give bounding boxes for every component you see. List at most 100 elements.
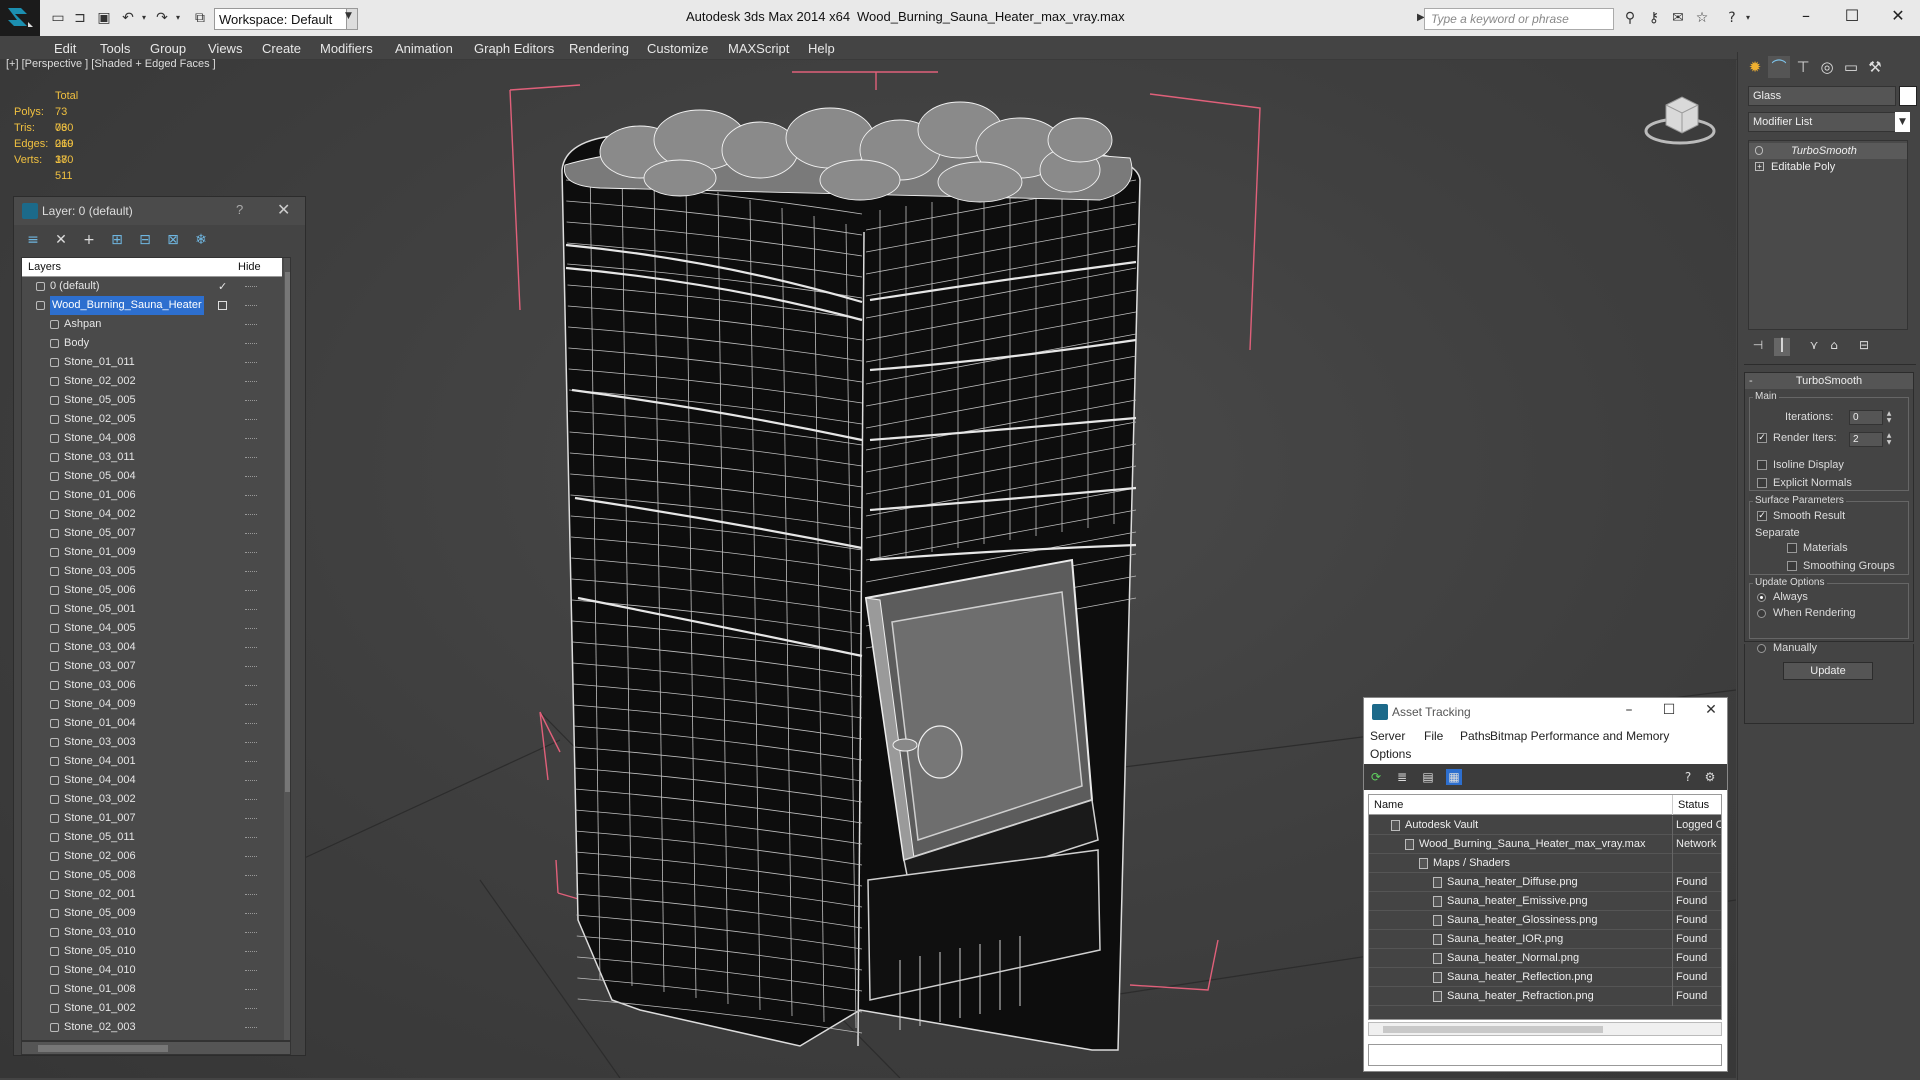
key-icon[interactable]: ⚷	[1646, 10, 1662, 26]
menu-file[interactable]: File	[1424, 729, 1443, 743]
hide-toggle[interactable]	[245, 400, 257, 401]
layer-row[interactable]: Stone_04_001	[22, 752, 282, 771]
hide-toggle[interactable]	[245, 552, 257, 553]
asset-row[interactable]: Wood_Burning_Sauna_Heater_max_vray.max Ne…	[1369, 835, 1721, 854]
asset-row[interactable]: Sauna_heater_IOR.png Found	[1369, 930, 1721, 949]
render-iters-checkbox[interactable]: ✓	[1757, 433, 1767, 443]
asset-row[interactable]: Autodesk Vault Logged O	[1369, 816, 1721, 835]
highlight-selected-icon[interactable]: ⊟	[136, 231, 154, 249]
manually-radio[interactable]	[1757, 644, 1766, 653]
hide-toggle[interactable]	[245, 514, 257, 515]
when-rendering-radio[interactable]	[1757, 609, 1766, 618]
remove-modifier-icon[interactable]: ⌂	[1826, 338, 1842, 356]
hide-toggle[interactable]	[245, 894, 257, 895]
layer-row[interactable]: Stone_03_007	[22, 657, 282, 676]
hide-toggle[interactable]	[245, 495, 257, 496]
layer-row[interactable]: Stone_04_004	[22, 771, 282, 790]
layer-row[interactable]: Stone_05_006	[22, 581, 282, 600]
column-name[interactable]: Name	[1374, 799, 1403, 811]
hide-toggle[interactable]	[245, 989, 257, 990]
workspace-select[interactable]: Workspace: Default	[214, 8, 354, 30]
layer-row[interactable]: Stone_05_005	[22, 391, 282, 410]
object-name-field[interactable]: Glass	[1748, 86, 1896, 106]
layer-horizontal-scrollbar[interactable]	[21, 1041, 291, 1055]
menu-maxscript[interactable]: MAXScript	[728, 41, 789, 56]
hide-toggle[interactable]	[245, 590, 257, 591]
hide-toggle[interactable]	[245, 742, 257, 743]
asset-row[interactable]: Sauna_heater_Normal.png Found	[1369, 949, 1721, 968]
layer-row[interactable]: Stone_04_009	[22, 695, 282, 714]
hide-toggle[interactable]	[245, 913, 257, 914]
make-unique-icon[interactable]: ⋎	[1806, 338, 1822, 356]
layer-row[interactable]: Stone_05_011	[22, 828, 282, 847]
asset-row[interactable]: Sauna_heater_Reflection.png Found	[1369, 968, 1721, 987]
menu-group[interactable]: Group	[150, 41, 186, 56]
list-view-icon[interactable]: ≣	[1394, 769, 1410, 785]
layer-row[interactable]: Stone_05_004	[22, 467, 282, 486]
maximize-button[interactable]: ☐	[1832, 4, 1872, 28]
menu-animation[interactable]: Animation	[395, 41, 453, 56]
redo-dropdown-icon[interactable]: ▾	[170, 10, 186, 26]
minimize-button[interactable]: –	[1614, 702, 1644, 722]
hide-toggle[interactable]	[245, 476, 257, 477]
smoothing-groups-checkbox[interactable]	[1787, 561, 1797, 571]
hide-toggle[interactable]	[245, 837, 257, 838]
communication-center-icon[interactable]: ✉	[1670, 10, 1686, 26]
delete-icon[interactable]: ✕	[52, 231, 70, 249]
layer-row[interactable]: Wood_Burning_Sauna_Heater	[22, 296, 282, 315]
settings-icon[interactable]: ⚙	[1702, 769, 1718, 785]
project-folder-icon[interactable]: ⧉	[192, 10, 208, 26]
close-button[interactable]: ✕	[1696, 702, 1726, 722]
materials-checkbox[interactable]	[1787, 543, 1797, 553]
hide-toggle[interactable]	[245, 666, 257, 667]
table-view-icon[interactable]: ▦	[1446, 769, 1462, 785]
column-hide[interactable]: Hide	[238, 261, 261, 273]
layer-row[interactable]: Stone_01_007	[22, 809, 282, 828]
hide-toggle[interactable]	[245, 799, 257, 800]
asset-row[interactable]: Sauna_heater_Glossiness.png Found	[1369, 911, 1721, 930]
hide-toggle[interactable]	[245, 647, 257, 648]
create-layer-icon[interactable]: ≡	[24, 231, 42, 249]
undo-icon[interactable]: ↶	[120, 10, 136, 26]
hide-toggle[interactable]	[245, 324, 257, 325]
spinner-arrows-icon[interactable]: ▲ ▼	[1885, 432, 1893, 447]
save-icon[interactable]: ▣	[96, 10, 112, 26]
menu-bitmap-performance[interactable]: Bitmap Performance and Memory	[1490, 729, 1669, 743]
help-dropdown-icon[interactable]: ▾	[1740, 10, 1756, 26]
layer-panel-titlebar[interactable]: Layer: 0 (default) ? ✕	[14, 197, 305, 225]
hide-toggle[interactable]	[245, 685, 257, 686]
expand-icon[interactable]: +	[1755, 162, 1764, 171]
menu-rendering[interactable]: Rendering	[569, 41, 629, 56]
column-layers[interactable]: Layers	[28, 261, 61, 273]
hide-toggle[interactable]	[245, 343, 257, 344]
menu-views[interactable]: Views	[208, 41, 242, 56]
motion-tab-icon[interactable]: ◎	[1816, 56, 1838, 78]
collapse-icon[interactable]: -	[1749, 373, 1753, 389]
layer-row[interactable]: Stone_02_003	[22, 1018, 282, 1037]
hide-toggle[interactable]	[245, 571, 257, 572]
layer-row[interactable]: Stone_05_010	[22, 942, 282, 961]
update-button[interactable]: Update	[1783, 662, 1873, 680]
display-tab-icon[interactable]: ▭	[1840, 56, 1862, 78]
app-logo-icon[interactable]	[0, 0, 40, 36]
help-icon[interactable]: ?	[1724, 10, 1740, 26]
utilities-tab-icon[interactable]: ⚒	[1864, 56, 1886, 78]
layer-row[interactable]: 0 (default) ✓	[22, 277, 282, 296]
hide-toggle[interactable]	[245, 1008, 257, 1009]
object-color-swatch[interactable]	[1899, 86, 1917, 106]
menu-graph-editors[interactable]: Graph Editors	[474, 41, 554, 56]
help-button[interactable]: ?	[236, 202, 243, 217]
layer-row[interactable]: Stone_01_002	[22, 999, 282, 1018]
menu-tools[interactable]: Tools	[100, 41, 130, 56]
hide-toggle[interactable]	[245, 875, 257, 876]
lightbulb-icon[interactable]	[1755, 146, 1763, 155]
menu-options[interactable]: Options	[1370, 747, 1411, 761]
layer-row[interactable]: Stone_02_002	[22, 372, 282, 391]
hide-toggle[interactable]	[245, 932, 257, 933]
layer-row[interactable]: Stone_03_004	[22, 638, 282, 657]
hide-toggle[interactable]	[245, 1027, 257, 1028]
smooth-result-checkbox[interactable]: ✓	[1757, 511, 1767, 521]
hide-toggle[interactable]	[245, 286, 257, 287]
render-iters-spinner[interactable]: 2	[1849, 432, 1883, 447]
layer-row[interactable]: Stone_05_009	[22, 904, 282, 923]
